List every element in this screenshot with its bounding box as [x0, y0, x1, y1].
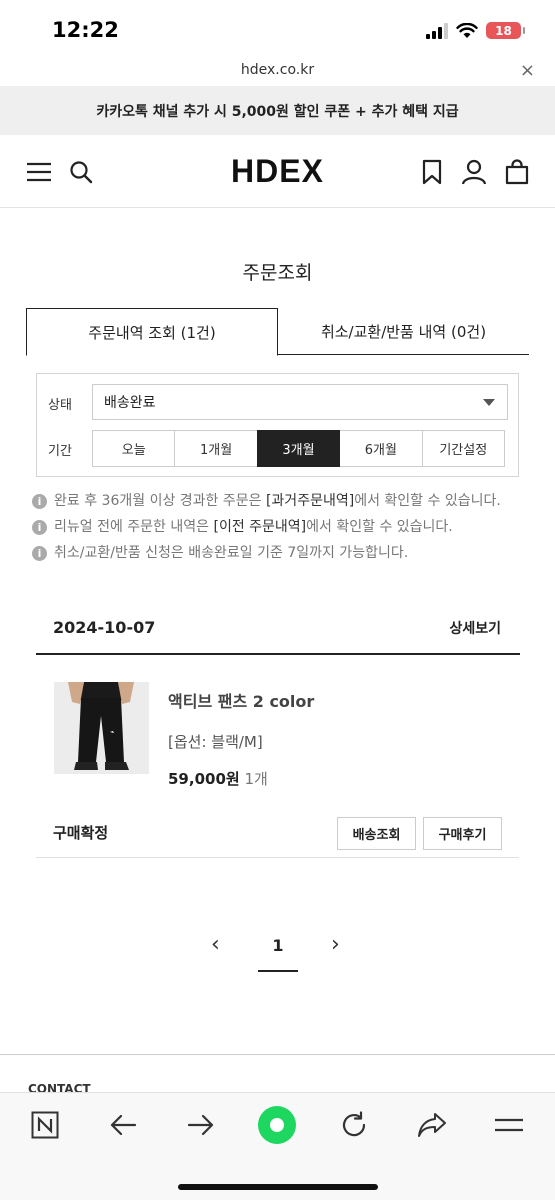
- site-header: HDEX: [0, 135, 555, 208]
- notice-list: i 완료 후 36개월 이상 경과한 주문은 [과거주문내역]에서 확인할 수 …: [32, 488, 522, 566]
- order-date: 2024-10-07: [53, 618, 156, 637]
- price-currency: 원: [225, 770, 240, 788]
- order-footer: 구매확정 배송조회 구매후기: [36, 812, 519, 858]
- shopping-bag-icon[interactable]: [502, 157, 532, 187]
- status-icons: 18: [426, 22, 525, 39]
- page-title: 주문조회: [242, 262, 313, 284]
- order-tabs: 주문내역 조회 (1건) 취소/교환/반품 내역 (0건): [26, 308, 529, 356]
- url-text[interactable]: hdex.co.kr: [0, 62, 555, 78]
- tab-cancel-return[interactable]: 취소/교환/반품 내역 (0건): [278, 308, 529, 355]
- footer-divider: [0, 1054, 555, 1055]
- footer-contact-heading: CONTACT: [28, 1082, 91, 1092]
- period-1month-button[interactable]: 1개월: [174, 430, 258, 467]
- back-arrow-icon[interactable]: [103, 1105, 143, 1145]
- status-label: 상태: [48, 398, 72, 413]
- status-bar: 12:22 18: [0, 0, 555, 58]
- home-indicator: [178, 1184, 378, 1190]
- browser-url-bar[interactable]: hdex.co.kr ×: [0, 58, 555, 86]
- refresh-icon[interactable]: [334, 1105, 374, 1145]
- battery-level: 18: [495, 23, 512, 38]
- info-icon: i: [32, 520, 47, 535]
- past-orders-link[interactable]: [과거주문내역]: [266, 493, 354, 509]
- battery-icon: 18: [486, 22, 525, 39]
- cellular-signal-icon: [426, 22, 448, 39]
- dropdown-arrow-icon: [483, 399, 495, 406]
- promo-text[interactable]: 카카오톡 채널 추가 시 5,000원 할인 쿠폰 + 추가 혜택 지급: [96, 101, 458, 121]
- period-custom-button[interactable]: 기간설정: [421, 430, 505, 467]
- period-buttons: 오늘 1개월 3개월 6개월 기간설정: [92, 430, 505, 467]
- period-6month-button[interactable]: 6개월: [339, 430, 423, 467]
- bookmark-icon[interactable]: [417, 157, 447, 187]
- menu-icon[interactable]: [489, 1105, 529, 1145]
- period-3month-button[interactable]: 3개월: [256, 430, 341, 467]
- write-review-button[interactable]: 구매후기: [423, 817, 502, 850]
- order-header: 2024-10-07 상세보기: [36, 604, 520, 655]
- previous-orders-link[interactable]: [이전 주문내역]: [213, 519, 306, 535]
- status-select[interactable]: 배송완료: [92, 384, 508, 420]
- price-amount: 59,000: [168, 770, 226, 788]
- product-option: [옵션: 블랙/M]: [168, 733, 263, 751]
- notice-item: i 리뉴얼 전에 주문한 내역은 [이전 주문내역]에서 확인할 수 있습니다.: [32, 514, 522, 540]
- green-dot-icon[interactable]: [257, 1105, 297, 1145]
- user-icon[interactable]: [459, 157, 489, 187]
- tab-order-history[interactable]: 주문내역 조회 (1건): [26, 308, 278, 356]
- status-select-value: 배송완료: [104, 395, 156, 411]
- info-icon: i: [32, 546, 47, 561]
- product-image[interactable]: [54, 682, 149, 774]
- page-number[interactable]: 1: [258, 936, 298, 955]
- share-icon[interactable]: [412, 1105, 452, 1145]
- status-time: 12:22: [52, 18, 119, 42]
- pagination: ‹ 1 ›: [0, 928, 555, 973]
- order-detail-link[interactable]: 상세보기: [449, 618, 501, 638]
- order-status-label: 구매확정: [53, 824, 109, 842]
- prev-page-icon[interactable]: ‹: [211, 932, 220, 957]
- next-page-icon[interactable]: ›: [331, 932, 340, 957]
- wifi-icon: [456, 22, 478, 38]
- period-label: 기간: [48, 444, 72, 459]
- product-name[interactable]: 액티브 팬츠 2 color: [168, 688, 314, 712]
- track-delivery-button[interactable]: 배송조회: [337, 817, 416, 850]
- page-active-indicator: [258, 970, 298, 972]
- browser-toolbar: [0, 1092, 555, 1200]
- product-price: 59,000원 1개: [168, 768, 268, 789]
- naver-home-icon[interactable]: [25, 1105, 65, 1145]
- info-icon: i: [32, 494, 47, 509]
- product-quantity: 1개: [244, 770, 268, 788]
- close-icon[interactable]: ×: [520, 60, 535, 81]
- notice-item: i 취소/교환/반품 신청은 배송완료일 기준 7일까지 가능합니다.: [32, 540, 522, 566]
- promo-banner[interactable]: 카카오톡 채널 추가 시 5,000원 할인 쿠폰 + 추가 혜택 지급: [0, 86, 555, 135]
- filter-panel: 상태 배송완료 기간 오늘 1개월 3개월 6개월 기간설정: [36, 373, 519, 477]
- forward-arrow-icon[interactable]: [181, 1105, 221, 1145]
- period-today-button[interactable]: 오늘: [92, 430, 176, 467]
- notice-item: i 완료 후 36개월 이상 경과한 주문은 [과거주문내역]에서 확인할 수 …: [32, 488, 522, 514]
